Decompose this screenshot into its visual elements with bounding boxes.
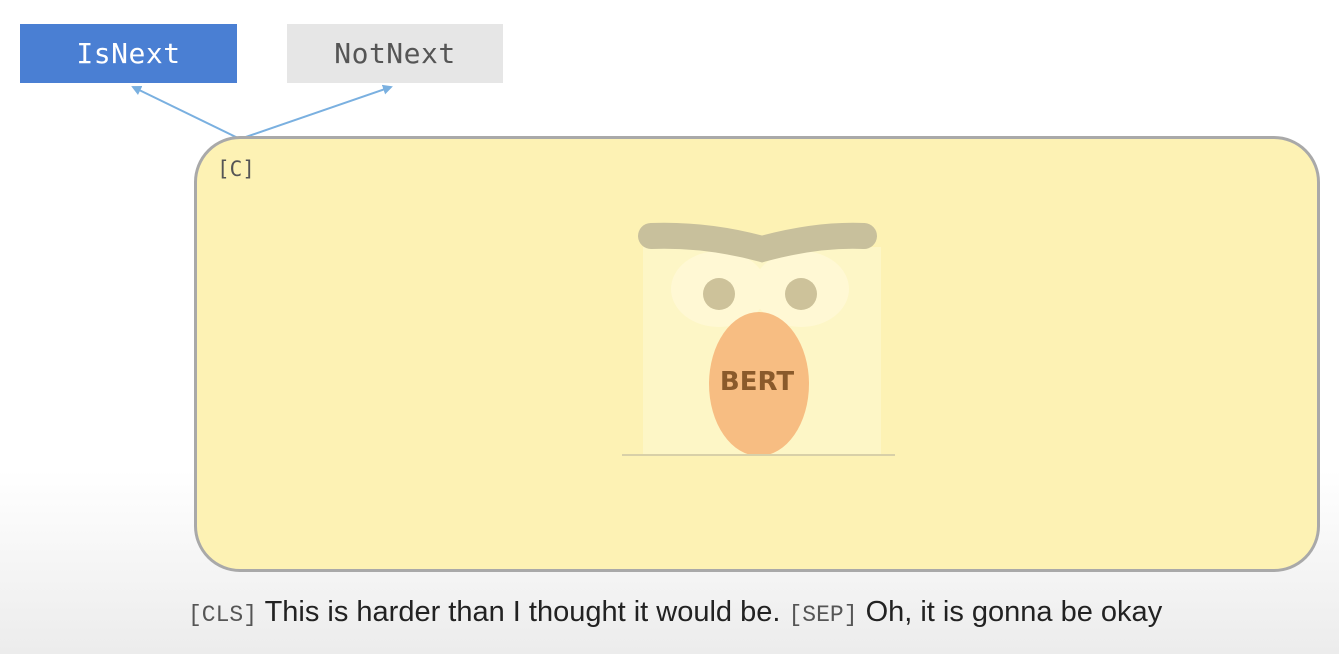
arrow-to-isnext — [131, 85, 241, 140]
isnext-label-text: IsNext — [76, 37, 181, 70]
notnext-label: NotNext — [287, 24, 503, 83]
cls-token: [CLS] — [188, 602, 258, 628]
bert-panel: [C] BERT — [194, 136, 1320, 572]
input-sequence-caption: [CLS] This is harder than I thought it w… — [188, 596, 1328, 629]
arrow-to-notnext — [239, 84, 393, 140]
unibrow — [638, 222, 877, 263]
isnext-label: IsNext — [20, 24, 237, 83]
sep-token: [SEP] — [788, 602, 858, 628]
sentence-a: This is harder than I thought it would b… — [264, 596, 781, 628]
bert-name-label: BERT — [719, 367, 795, 397]
left-pupil — [703, 278, 735, 310]
sentence-b: Oh, it is gonna be okay — [865, 596, 1163, 628]
bert-face-illustration — [622, 222, 895, 456]
notnext-label-text: NotNext — [334, 37, 456, 70]
right-pupil — [785, 278, 817, 310]
